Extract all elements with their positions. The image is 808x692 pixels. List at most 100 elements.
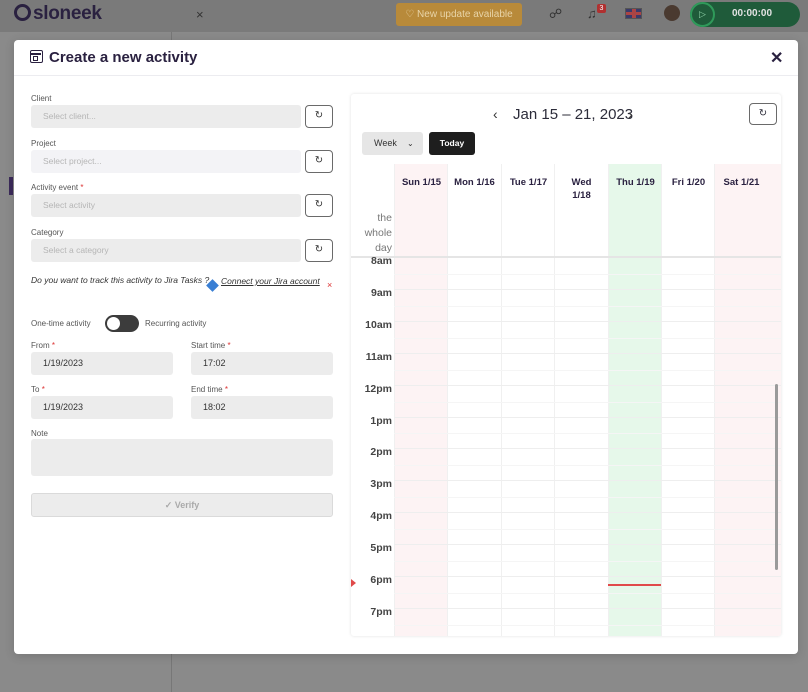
calendar-panel: ‹ Jan 15 – 21, 2023 › ↻ Week ⌄ Today the…: [351, 94, 781, 636]
refresh-project-button[interactable]: ↻: [305, 150, 333, 173]
recurring-label: Recurring activity: [145, 319, 207, 328]
half-hour-gridline: [394, 529, 781, 531]
half-hour-gridline: [394, 305, 781, 307]
half-hour-gridline: [394, 465, 781, 467]
activity-event-label: Activity event *: [31, 183, 84, 192]
calendar-icon: [30, 50, 43, 63]
hour-label: 1pm: [370, 414, 392, 427]
required-mark: *: [41, 385, 45, 394]
update-available-button[interactable]: ♡ New update available: [396, 3, 522, 26]
refresh-icon: ↻: [758, 108, 768, 119]
refresh-icon: ↻: [314, 244, 324, 255]
create-activity-modal: Create a new activity ✕ Client Select cl…: [14, 40, 798, 654]
verify-button[interactable]: ✓ Verify: [31, 493, 333, 517]
end-time-input[interactable]: 18:02: [191, 396, 333, 419]
calendar-refresh-button[interactable]: ↻: [749, 103, 777, 125]
hour-gridline: [394, 320, 781, 322]
day-column-today[interactable]: Thu 1/19: [608, 164, 661, 636]
to-date-input[interactable]: 1/19/2023: [31, 396, 173, 419]
hour-gridline: [394, 544, 781, 546]
hour-label: 11am: [365, 350, 392, 363]
today-button[interactable]: Today: [429, 132, 475, 155]
week-grid[interactable]: the whole day Sun 1/15 Mon 1/16 Tue 1/17…: [351, 164, 781, 636]
one-time-label: One-time activity: [31, 319, 91, 328]
day-column[interactable]: Wed 1/18: [554, 164, 607, 636]
bell-icon[interactable]: ♫: [587, 6, 597, 21]
now-indicator-arrow: [351, 579, 356, 587]
required-mark: *: [51, 341, 56, 350]
day-column[interactable]: Sun 1/15: [394, 164, 447, 636]
half-hour-gridline: [394, 401, 781, 403]
logo-mark-icon: [14, 4, 31, 21]
hour-gridline: [394, 384, 781, 386]
day-column[interactable]: Fri 1/20: [661, 164, 714, 636]
close-tab-icon[interactable]: ×: [196, 7, 204, 22]
hour-gridline: [394, 512, 781, 514]
timer-widget[interactable]: ▷ 00:00:00: [690, 2, 800, 27]
connect-jira-link[interactable]: Connect your Jira account: [221, 274, 321, 288]
hour-gridline: [394, 288, 781, 290]
category-label: Category: [31, 228, 64, 237]
close-icon[interactable]: ✕: [770, 48, 783, 68]
now-indicator-line: [608, 584, 661, 586]
hour-label: 2pm: [370, 446, 392, 459]
prev-week-icon[interactable]: ‹: [493, 106, 498, 122]
recurrence-toggle[interactable]: [105, 315, 139, 332]
activity-select[interactable]: Select activity: [31, 194, 301, 217]
sidebar-active-marker: [9, 177, 13, 195]
chat-icon[interactable]: ☍: [549, 6, 562, 22]
client-label: Client: [31, 94, 52, 103]
view-select-value: Week: [374, 138, 397, 148]
hour-label: 10am: [365, 318, 392, 331]
calendar-scrollbar[interactable]: [775, 384, 778, 570]
day-header: Sun 1/15: [401, 177, 442, 188]
day-column[interactable]: Mon 1/16: [447, 164, 500, 636]
day-column[interactable]: Tue 1/17: [501, 164, 554, 636]
note-textarea[interactable]: [31, 439, 333, 476]
play-icon[interactable]: ▷: [690, 2, 715, 27]
hour-label: 12pm: [364, 382, 392, 395]
hour-label: 5pm: [370, 542, 392, 555]
refresh-icon: ↻: [314, 110, 324, 121]
hour-gridline: [394, 416, 781, 418]
dismiss-jira-icon[interactable]: ×: [327, 280, 332, 290]
sloneek-logo[interactable]: sloneek: [14, 3, 102, 25]
avatar[interactable]: [664, 5, 680, 21]
start-time-input[interactable]: 17:02: [191, 352, 333, 375]
chevron-down-icon: ⌄: [407, 139, 414, 148]
half-hour-gridline: [394, 624, 781, 626]
refresh-category-button[interactable]: ↻: [305, 239, 333, 262]
to-label-text: To: [31, 385, 40, 394]
hour-gridline: [394, 607, 781, 609]
client-select[interactable]: Select client...: [31, 105, 301, 128]
required-mark: *: [224, 385, 228, 394]
hour-label: 3pm: [370, 478, 392, 491]
note-label: Note: [31, 429, 48, 438]
end-time-label: End time *: [191, 385, 228, 394]
view-select[interactable]: Week ⌄: [362, 132, 423, 155]
uk-flag-icon[interactable]: [625, 8, 642, 19]
modal-title: Create a new activity: [49, 49, 198, 66]
hour-gridline: [394, 352, 781, 354]
allday-label: the whole day: [364, 212, 392, 254]
day-column[interactable]: Sat 1/21: [714, 164, 781, 636]
next-week-icon[interactable]: ›: [628, 106, 633, 122]
half-hour-gridline: [394, 561, 781, 563]
project-select[interactable]: Select project...: [31, 150, 301, 173]
refresh-client-button[interactable]: ↻: [305, 105, 333, 128]
hour-label: 4pm: [370, 510, 392, 523]
day-header: Wed 1/18: [571, 177, 592, 201]
refresh-activity-button[interactable]: ↻: [305, 194, 333, 217]
day-header: Tue 1/17: [509, 177, 548, 188]
allday-divider: [351, 256, 781, 258]
timer-value: 00:00:00: [732, 8, 773, 19]
hour-label: 8am: [370, 255, 392, 267]
time-column: the whole day: [351, 164, 394, 636]
hour-gridline: [394, 480, 781, 482]
calendar-title: Jan 15 – 21, 2023: [513, 106, 634, 123]
day-header: Fri 1/20: [671, 177, 706, 188]
half-hour-gridline: [394, 369, 781, 371]
category-select[interactable]: Select a category: [31, 239, 301, 262]
from-date-input[interactable]: 1/19/2023: [31, 352, 173, 375]
activity-event-label-text: Activity event: [31, 183, 79, 192]
